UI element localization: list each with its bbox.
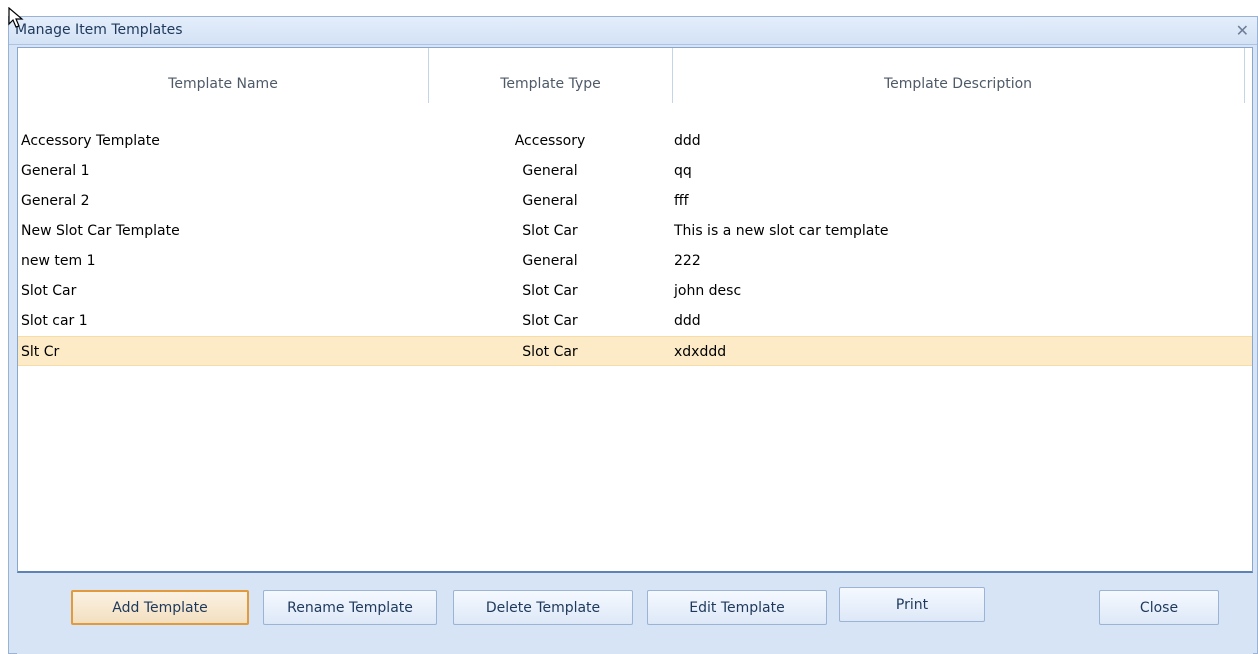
template-type-cell: General	[522, 193, 578, 209]
template-type-cell: Slot Car	[522, 313, 578, 329]
template-type-cell: Slot Car	[522, 223, 578, 239]
templates-grid: Template Name Template Type Template Des…	[17, 47, 1253, 573]
table-row[interactable]: Accessory Template Accessory ddd	[18, 126, 1252, 156]
title-bar: Manage Item Templates ✕	[9, 17, 1257, 45]
close-icon[interactable]: ✕	[1236, 21, 1249, 40]
template-description-cell: This is a new slot car template	[674, 223, 889, 239]
mouse-cursor-icon	[8, 7, 24, 28]
window-title: Manage Item Templates	[15, 22, 183, 38]
close-button[interactable]: Close	[1099, 590, 1219, 625]
delete-template-button[interactable]: Delete Template	[453, 590, 633, 625]
template-description-cell: 222	[674, 253, 701, 269]
template-description-cell: ddd	[674, 133, 701, 149]
column-divider[interactable]	[1244, 48, 1245, 103]
grid-header: Template Name Template Type Template Des…	[18, 48, 1252, 120]
column-header-template-name[interactable]: Template Name	[18, 48, 428, 120]
template-description-cell: john desc	[674, 283, 742, 299]
template-name-cell: Slot car 1	[21, 313, 88, 329]
template-name-cell: New Slot Car Template	[21, 223, 180, 239]
template-name-cell: new tem 1	[21, 253, 96, 269]
column-header-template-type[interactable]: Template Type	[429, 48, 672, 120]
template-type-cell: General	[522, 163, 578, 179]
template-name-cell: General 1	[21, 163, 90, 179]
table-row[interactable]: General 1 General qq	[18, 156, 1252, 186]
template-name-cell: Slot Car	[21, 283, 77, 299]
table-row[interactable]: Slot Car Slot Car john desc	[18, 276, 1252, 306]
template-name-cell: Slt Cr	[21, 344, 60, 360]
rename-template-button[interactable]: Rename Template	[263, 590, 437, 625]
template-type-cell: Accessory	[514, 133, 586, 149]
table-row[interactable]: Slot car 1 Slot Car ddd	[18, 306, 1252, 336]
template-type-cell: Slot Car	[522, 283, 578, 299]
template-description-cell: qq	[674, 163, 692, 179]
table-row[interactable]: General 2 General fff	[18, 186, 1252, 216]
template-name-cell: Accessory Template	[21, 133, 160, 149]
button-bar: Add Template Rename Template Delete Temp…	[17, 575, 1253, 654]
table-row[interactable]: New Slot Car Template Slot Car This is a…	[18, 216, 1252, 246]
template-type-cell: General	[522, 253, 578, 269]
table-row-selected[interactable]: Slt Cr Slot Car xdxddd	[18, 336, 1252, 366]
template-description-cell: ddd	[674, 313, 701, 329]
template-type-cell: Slot Car	[522, 344, 578, 360]
manage-item-templates-window: Manage Item Templates ✕ Template Name Te…	[8, 16, 1258, 654]
add-template-button[interactable]: Add Template	[71, 590, 249, 625]
edit-template-button[interactable]: Edit Template	[647, 590, 827, 625]
template-description-cell: xdxddd	[674, 344, 727, 360]
template-description-cell: fff	[674, 193, 689, 209]
print-button[interactable]: Print	[839, 587, 985, 622]
template-name-cell: General 2	[21, 193, 90, 209]
table-row[interactable]: new tem 1 General 222	[18, 246, 1252, 276]
column-header-template-description[interactable]: Template Description	[673, 48, 1243, 120]
